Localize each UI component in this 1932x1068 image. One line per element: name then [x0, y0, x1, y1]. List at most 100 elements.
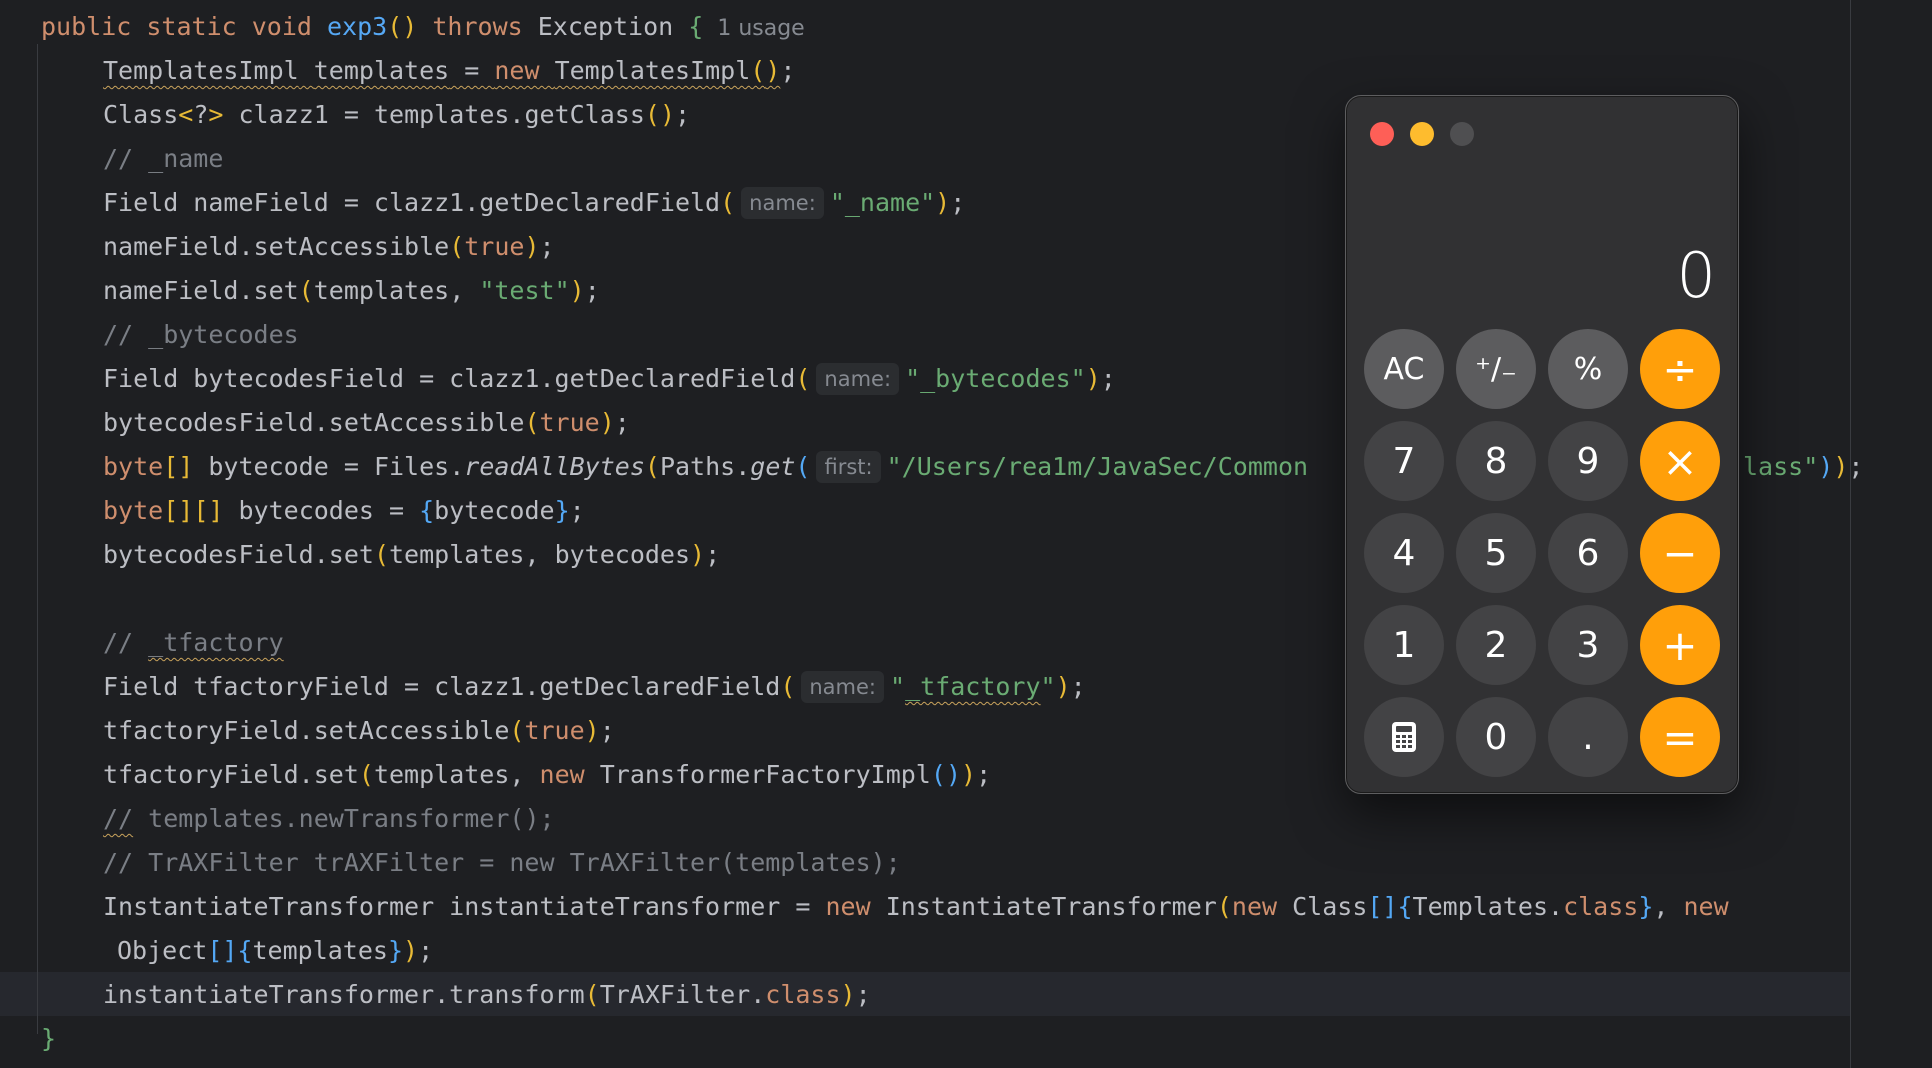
paren: ): [935, 188, 951, 217]
keyword: byte: [103, 452, 164, 481]
digit-5-button[interactable]: 5: [1456, 513, 1536, 593]
paren: (: [750, 56, 766, 85]
semicolon: ;: [1100, 364, 1116, 393]
angle: <: [178, 100, 194, 129]
brace: {: [688, 12, 704, 41]
decimal-button[interactable]: .: [1548, 697, 1628, 777]
all-clear-button[interactable]: AC: [1364, 329, 1444, 409]
parameter-hint: name:: [741, 187, 824, 219]
brace: }: [1638, 892, 1654, 921]
equals-button[interactable]: =: [1640, 697, 1720, 777]
paren: (: [644, 100, 660, 129]
code-text: templates, bytecodes: [389, 540, 691, 569]
code-line-16[interactable]: Field tfactoryField = clazz1.getDeclared…: [103, 665, 1086, 709]
semicolon: ;: [418, 936, 434, 965]
code-line-21[interactable]: InstantiateTransformer instantiateTransf…: [103, 885, 1729, 929]
code-text: Class: [103, 100, 179, 129]
digit-9-button[interactable]: 9: [1548, 421, 1628, 501]
code-line-3[interactable]: Class<?> clazz1 = templates.getClass();: [103, 93, 690, 137]
paren: (: [524, 408, 540, 437]
code-text: InstantiateTransformer instantiateTransf…: [103, 892, 826, 921]
calculator-window[interactable]: 0 AC ⁺∕₋ % ÷ 7 8 9 × 4 5 6 − 1 2 3 + 0 .…: [1345, 95, 1739, 794]
semicolon: ;: [1070, 672, 1086, 701]
code-line-9[interactable]: Field bytecodesField = clazz1.getDeclare…: [103, 357, 1116, 401]
usage-hint[interactable]: 1 usage: [717, 16, 804, 41]
code-text: nameField.set: [103, 276, 299, 305]
semicolon: ;: [1848, 452, 1864, 481]
code-line-23[interactable]: instantiateTransformer.transform(TrAXFil…: [103, 973, 871, 1017]
code-text: tfactoryField.setAccessible: [103, 716, 510, 745]
minimize-window-button[interactable]: [1410, 122, 1434, 146]
keyword: byte: [103, 496, 164, 525]
bracket: [][]: [163, 496, 224, 525]
keyword: true: [464, 232, 525, 261]
close-window-button[interactable]: [1370, 122, 1394, 146]
code-line-1[interactable]: public static void exp3() throws Excepti…: [41, 5, 805, 49]
minus-button[interactable]: −: [1640, 513, 1720, 593]
code-line-18[interactable]: tfactoryField.set(templates, new Transfo…: [103, 753, 991, 797]
percent-button[interactable]: %: [1548, 329, 1628, 409]
code-line-19[interactable]: // templates.newTransformer();: [103, 797, 555, 841]
code-line-22[interactable]: Object[]{templates});: [117, 929, 433, 973]
digit-6-button[interactable]: 6: [1548, 513, 1628, 593]
digit-2-button[interactable]: 2: [1456, 605, 1536, 685]
code-text: tfactoryField.set: [103, 760, 359, 789]
digit-4-button[interactable]: 4: [1364, 513, 1444, 593]
keyword: new: [1683, 892, 1729, 921]
angle: >: [208, 100, 224, 129]
code-line-10[interactable]: bytecodesField.setAccessible(true);: [103, 401, 630, 445]
code-text: TrAXFilter.: [599, 980, 766, 1009]
paren: (: [930, 760, 946, 789]
parameter-hint: name:: [801, 671, 885, 703]
comment: // _name: [103, 144, 224, 173]
semicolon: ;: [950, 188, 966, 217]
code-line-11[interactable]: byte[] bytecode = Files.readAllBytes(Pat…: [103, 445, 1308, 489]
code-line-8[interactable]: // _bytecodes: [103, 313, 299, 357]
code-line-12[interactable]: byte[][] bytecodes = {bytecode};: [103, 489, 585, 533]
code-line-17[interactable]: tfactoryField.setAccessible(true);: [103, 709, 615, 753]
paren: ): [765, 56, 781, 85]
code-line-4[interactable]: // _name: [103, 137, 223, 181]
code-line-13[interactable]: bytecodesField.set(templates, bytecodes)…: [103, 533, 720, 577]
class-name: Object: [117, 936, 208, 965]
keyword: new: [1231, 892, 1293, 921]
code-line-6[interactable]: nameField.setAccessible(true);: [103, 225, 555, 269]
code-line-20[interactable]: // TrAXFilter trAXFilter = new TrAXFilte…: [103, 841, 901, 885]
comment: //: [103, 804, 134, 833]
calculator-icon: [1392, 722, 1416, 752]
divide-button[interactable]: ÷: [1640, 329, 1720, 409]
digit-8-button[interactable]: 8: [1456, 421, 1536, 501]
keyword: new: [539, 760, 600, 789]
code-line-15[interactable]: // _tfactory: [103, 621, 284, 665]
code-line-11-tail[interactable]: lass"));: [1743, 445, 1863, 489]
digit-7-button[interactable]: 7: [1364, 421, 1444, 501]
digit-0-button[interactable]: 0: [1456, 697, 1536, 777]
operator: =: [449, 56, 495, 85]
code-line-24[interactable]: }: [41, 1017, 56, 1061]
paren: (: [298, 276, 314, 305]
comment: //: [103, 628, 149, 657]
code-text: bytecodesField.set: [103, 540, 374, 569]
multiply-button[interactable]: ×: [1640, 421, 1720, 501]
semicolon: ;: [780, 56, 796, 85]
code-text: Field bytecodesField = clazz1.getDeclare…: [103, 364, 796, 393]
constructor: TransformerFactoryImpl: [599, 760, 931, 789]
calculator-mode-button[interactable]: [1364, 697, 1444, 777]
digit-3-button[interactable]: 3: [1548, 605, 1628, 685]
string-literal: ": [890, 672, 906, 701]
method-name: exp3: [326, 12, 388, 41]
sign-toggle-button[interactable]: ⁺∕₋: [1456, 329, 1536, 409]
string-literal: ": [1040, 672, 1056, 701]
plus-button[interactable]: +: [1640, 605, 1720, 685]
semicolon: ;: [584, 276, 600, 305]
code-line-7[interactable]: nameField.set(templates, "test");: [103, 269, 600, 313]
code-text: templates,: [313, 276, 480, 305]
calculator-keypad: AC ⁺∕₋ % ÷ 7 8 9 × 4 5 6 − 1 2 3 + 0 . =: [1364, 329, 1720, 777]
zoom-window-button[interactable]: [1450, 122, 1474, 146]
semicolon: ;: [675, 100, 691, 129]
code-line-5[interactable]: Field nameField = clazz1.getDeclaredFiel…: [103, 181, 965, 225]
digit-1-button[interactable]: 1: [1364, 605, 1444, 685]
keyword: true: [524, 716, 585, 745]
code-line-2[interactable]: TemplatesImpl templates = new TemplatesI…: [103, 49, 795, 93]
